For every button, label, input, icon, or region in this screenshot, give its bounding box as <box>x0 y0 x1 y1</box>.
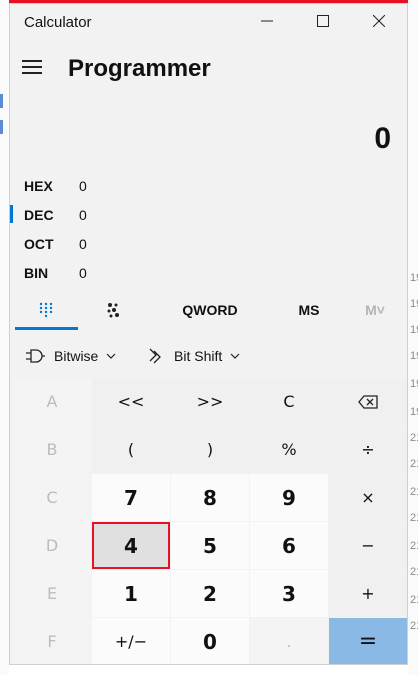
background-text: 19 <box>410 324 418 336</box>
background-text: 19 <box>410 378 418 390</box>
logic-gate-icon <box>26 349 45 363</box>
key-hex-f[interactable]: F <box>13 618 91 664</box>
background-window-right: 19 19 19 19 19 19 21 21 21 21 21 21 21 2… <box>408 0 418 675</box>
background-text: 21 <box>410 458 418 470</box>
selected-indicator <box>10 205 13 223</box>
selected-tab-underline <box>15 327 78 330</box>
app-title: Calculator <box>24 14 92 31</box>
key-8[interactable]: 8 <box>171 474 249 521</box>
result-display: 0 <box>374 122 391 155</box>
key-hex-e[interactable]: E <box>13 570 91 617</box>
bit-shift-dropdown[interactable]: Bit Shift <box>148 341 240 371</box>
key-hex-a[interactable]: A <box>13 378 91 425</box>
key-negate[interactable]: +/− <box>92 618 170 664</box>
key-shift-left[interactable]: << <box>92 378 170 425</box>
radix-label: HEX <box>24 178 53 194</box>
key-4[interactable]: 4 <box>92 522 170 569</box>
radix-row-dec[interactable]: DEC 0 <box>10 200 407 229</box>
backspace-icon <box>358 394 378 409</box>
key-subtract[interactable]: − <box>329 522 407 569</box>
background-text: 19 <box>410 272 418 284</box>
background-text: 21 <box>410 566 418 578</box>
title-bar[interactable]: Calculator <box>10 4 407 38</box>
background-text: 21 <box>410 594 418 606</box>
close-icon <box>373 15 385 27</box>
radix-label: BIN <box>24 265 49 281</box>
key-multiply[interactable]: × <box>329 474 407 521</box>
bitwise-label: Bitwise <box>54 348 99 364</box>
key-hex-d[interactable]: D <box>13 522 91 569</box>
memory-recall-button[interactable]: M˅ <box>350 292 400 328</box>
radix-row-hex[interactable]: HEX 0 <box>10 171 407 200</box>
key-5[interactable]: 5 <box>171 522 249 569</box>
key-7[interactable]: 7 <box>92 474 170 521</box>
radix-value: 0 <box>79 207 87 223</box>
key-modulo[interactable]: % <box>250 426 328 473</box>
bitwise-dropdown[interactable]: Bitwise <box>24 341 116 371</box>
header: Programmer <box>10 46 407 92</box>
radix-value: 0 <box>79 236 87 252</box>
background-text: 21 <box>410 512 418 524</box>
mode-title: Programmer <box>68 55 211 82</box>
background-text: 21 <box>410 432 418 444</box>
maximize-icon <box>317 15 329 27</box>
background-text: 19 <box>410 350 418 362</box>
maximize-button[interactable] <box>295 4 351 38</box>
background-text: 19 <box>410 298 418 310</box>
background-text: 21 <box>410 486 418 498</box>
key-open-paren[interactable]: ( <box>92 426 170 473</box>
key-0[interactable]: 0 <box>171 618 249 664</box>
key-3[interactable]: 3 <box>250 570 328 617</box>
radix-value: 0 <box>79 265 87 281</box>
key-hex-c[interactable]: C <box>13 474 91 521</box>
key-9[interactable]: 9 <box>250 474 328 521</box>
radix-row-oct[interactable]: OCT 0 <box>10 229 407 258</box>
bit-shift-label: Bit Shift <box>174 348 223 364</box>
calculator-window: Calculator Programmer 0 HEX 0 DEC 0 OCT … <box>9 3 408 665</box>
key-shift-right[interactable]: >> <box>171 378 249 425</box>
operations-bar: Bitwise Bit Shift <box>10 341 407 371</box>
radix-value: 0 <box>79 178 87 194</box>
chevron-down-icon <box>230 353 240 359</box>
keypad-grid-icon <box>39 302 53 318</box>
close-button[interactable] <box>351 4 407 38</box>
radix-row-bin[interactable]: BIN 0 <box>10 258 407 287</box>
radix-label: DEC <box>24 207 54 223</box>
key-backspace[interactable] <box>329 378 407 425</box>
tab-bit-toggling-keypad[interactable] <box>82 292 144 328</box>
background-text: 21 <box>410 620 418 632</box>
radix-label: OCT <box>24 236 54 252</box>
key-1[interactable]: 1 <box>92 570 170 617</box>
background-text: 19 <box>410 406 418 418</box>
bit-shift-icon <box>149 348 161 364</box>
key-decimal[interactable]: . <box>250 618 328 664</box>
key-divide[interactable]: ÷ <box>329 426 407 473</box>
background-text: 21 <box>410 540 418 552</box>
background-mark <box>0 94 3 108</box>
word-size-button[interactable]: QWORD <box>160 292 260 328</box>
hamburger-menu-icon[interactable] <box>22 54 48 80</box>
minimize-button[interactable] <box>239 4 295 38</box>
keypad: A << >> C B ( ) % ÷ C 7 8 9 × D 4 5 6 − … <box>13 378 407 664</box>
memory-store-button[interactable]: MS <box>274 292 344 328</box>
background-mark <box>0 120 3 134</box>
key-close-paren[interactable]: ) <box>171 426 249 473</box>
minimize-icon <box>261 20 273 22</box>
bit-toggle-icon <box>107 303 119 318</box>
keypad-tabs: QWORD MS M˅ <box>10 292 407 332</box>
key-hex-b[interactable]: B <box>13 426 91 473</box>
key-6[interactable]: 6 <box>250 522 328 569</box>
background-window-left <box>0 0 9 675</box>
tab-full-keypad[interactable] <box>15 292 77 328</box>
key-clear[interactable]: C <box>250 378 328 425</box>
key-equals[interactable]: = <box>329 618 407 664</box>
chevron-down-icon <box>106 353 116 359</box>
key-2[interactable]: 2 <box>171 570 249 617</box>
key-add[interactable]: + <box>329 570 407 617</box>
